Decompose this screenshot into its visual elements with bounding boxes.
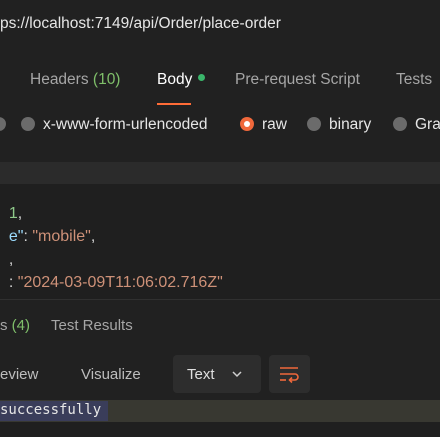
- current-line-highlight: [0, 162, 440, 184]
- editor-line: e": "mobile",: [8, 228, 96, 245]
- request-tabs: Headers (10) Body Pre-request Script Tes…: [0, 48, 440, 108]
- tab-test-results[interactable]: Test Results: [51, 317, 133, 334]
- body-type-selector: x-www-form-urlencoded raw binary Gra: [0, 108, 440, 146]
- response-text: successfully: [0, 402, 102, 418]
- radio-raw[interactable]: [240, 117, 254, 131]
- radio-binary[interactable]: [307, 117, 321, 131]
- tab-pre-request-script[interactable]: Pre-request Script: [235, 71, 360, 89]
- tab-response-headers[interactable]: s (4): [0, 317, 30, 334]
- format-dropdown[interactable]: Text: [173, 355, 261, 393]
- chevron-down-icon: [232, 371, 242, 378]
- tab-headers[interactable]: Headers (10): [30, 71, 120, 89]
- active-tab-indicator: [157, 103, 191, 105]
- tab-tests[interactable]: Tests: [396, 71, 432, 89]
- editor-line: : "2024-03-09T11:06:02.716Z": [8, 274, 223, 291]
- url-bar[interactable]: ps://localhost:7149/api/Order/place-orde…: [0, 0, 440, 48]
- tab-body-label: Body: [157, 71, 193, 88]
- wrap-lines-button[interactable]: [269, 355, 310, 393]
- visualize-button[interactable]: Visualize: [81, 366, 141, 383]
- radio-label-graphql[interactable]: Gra: [415, 116, 440, 134]
- radio-label-binary[interactable]: binary: [329, 116, 371, 134]
- wrap-lines-icon: [280, 367, 299, 384]
- radio-label-x-www-form-urlencoded[interactable]: x-www-form-urlencoded: [43, 116, 208, 134]
- tab-headers-count: (10): [92, 71, 121, 88]
- radio-x-www-form-urlencoded[interactable]: [21, 117, 35, 131]
- tab-headers-label: Headers: [30, 71, 89, 88]
- radio-label-raw[interactable]: raw: [262, 116, 287, 134]
- tab-body[interactable]: Body: [157, 71, 206, 89]
- radio-form-data[interactable]: [0, 117, 6, 131]
- modified-dot-icon: [198, 74, 206, 82]
- response-tabs: s (4) Test Results: [0, 300, 440, 350]
- format-dropdown-value: Text: [187, 366, 215, 383]
- radio-graphql[interactable]: [393, 117, 407, 131]
- url-input[interactable]: ps://localhost:7149/api/Order/place-orde…: [0, 15, 281, 33]
- preview-button[interactable]: eview: [0, 366, 38, 383]
